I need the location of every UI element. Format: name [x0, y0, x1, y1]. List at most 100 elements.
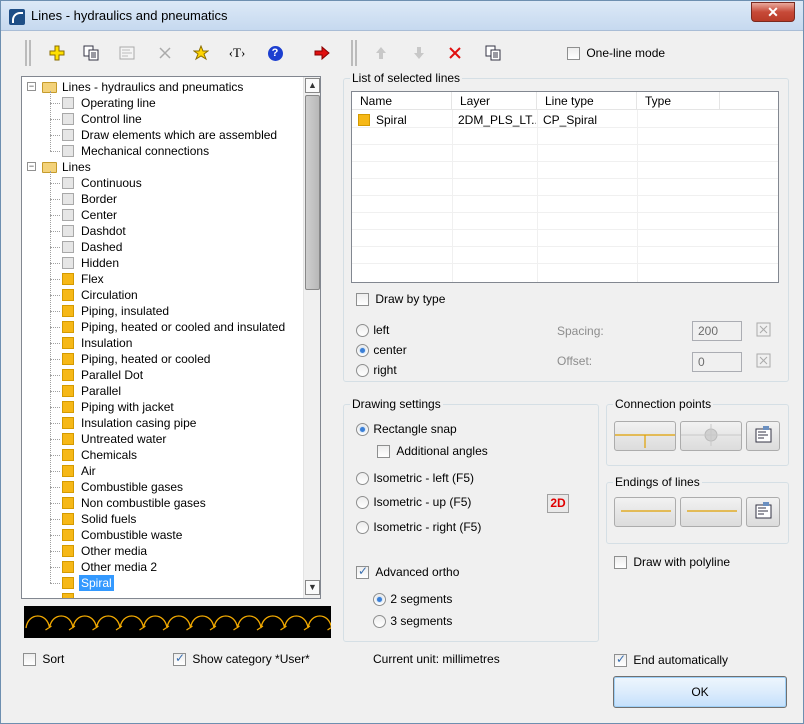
end-automatically-checkbox[interactable]: End automatically	[614, 652, 728, 668]
tree-group-node[interactable]: − Lines	[22, 159, 312, 175]
ok-button[interactable]: OK	[613, 676, 787, 708]
isometric-up-radio[interactable]: Isometric - up (F5)	[356, 495, 471, 510]
draw-with-polyline-checkbox[interactable]: Draw with polyline	[614, 555, 730, 570]
tree-item[interactable]: Insulation	[22, 335, 312, 351]
column-header-name[interactable]: Name	[352, 92, 452, 110]
additional-angles-checkbox[interactable]: Additional angles	[377, 444, 488, 459]
tree-item[interactable]: Untreated water	[22, 431, 312, 447]
connection-points-settings-button[interactable]	[746, 421, 780, 451]
draw-by-type-box[interactable]	[356, 293, 369, 307]
tree-vertical-scrollbar[interactable]: ▲ ▼	[303, 77, 320, 598]
text-style-icon[interactable]: ‹T›	[225, 41, 249, 65]
toolbar-grip[interactable]	[25, 40, 31, 66]
tree-item[interactable]: Center	[22, 207, 312, 223]
tree-item[interactable]: Continuous	[22, 175, 312, 191]
advanced-ortho-checkbox[interactable]: Advanced ortho	[356, 564, 459, 580]
scroll-thumb[interactable]	[305, 95, 320, 290]
tree-item[interactable]: Solid fuels	[22, 511, 312, 527]
tree-item[interactable]: Chemicals	[22, 447, 312, 463]
isometric-left-radio[interactable]: Isometric - left (F5)	[356, 471, 474, 486]
favorite-star-icon[interactable]	[189, 41, 213, 65]
scroll-up-arrow-icon[interactable]: ▲	[305, 78, 320, 93]
line-end-ending-button[interactable]	[680, 497, 742, 527]
toolbar-grip-2[interactable]	[351, 40, 357, 66]
show-category-box[interactable]	[173, 651, 186, 667]
align-right-radio[interactable]: right	[356, 363, 397, 378]
isometric-left-dot[interactable]	[356, 472, 369, 486]
tree-item[interactable]: Border	[22, 191, 312, 207]
insert-arrow-icon[interactable]	[310, 41, 334, 65]
offset-pick-icon[interactable]	[755, 353, 773, 371]
tree-item[interactable]: Non combustible gases	[22, 495, 312, 511]
line-start-ending-button[interactable]	[614, 497, 676, 527]
connection-point-t-button[interactable]	[614, 421, 676, 451]
offset-input[interactable]: 0	[692, 352, 742, 372]
show-category-checkbox[interactable]: Show category *User*	[173, 651, 310, 667]
isometric-right-dot[interactable]	[356, 521, 369, 535]
remove-line-icon[interactable]	[443, 41, 467, 65]
tree-item[interactable]: Spiral	[22, 575, 312, 591]
tree-item[interactable]: Other media	[22, 543, 312, 559]
draw-with-polyline-box[interactable]	[614, 556, 627, 570]
align-left-dot[interactable]	[356, 324, 369, 338]
three-segments-radio[interactable]: 3 segments	[373, 614, 452, 629]
tree-item[interactable]: Circulation	[22, 287, 312, 303]
two-segments-dot[interactable]	[373, 593, 386, 607]
tree-item[interactable]: Mechanical connections	[22, 143, 312, 159]
tree-item[interactable]: Insulation casing pipe	[22, 415, 312, 431]
tree-item[interactable]: Control line	[22, 111, 312, 127]
rectangle-snap-dot[interactable]	[356, 423, 369, 437]
copy-line-icon[interactable]	[481, 41, 505, 65]
scroll-down-arrow-icon[interactable]: ▼	[305, 580, 320, 595]
three-segments-dot[interactable]	[373, 615, 386, 629]
sort-box[interactable]	[23, 653, 36, 667]
tree-item[interactable]: Other media 2	[22, 559, 312, 575]
additional-angles-box[interactable]	[377, 445, 390, 459]
table-row[interactable]: Spiral 2DM_PLS_LT... CP_Spiral	[352, 112, 778, 128]
tree-item[interactable]: Dashed	[22, 239, 312, 255]
tree-item[interactable]: Draw elements which are assembled	[22, 127, 312, 143]
column-header-line-type[interactable]: Line type	[537, 92, 637, 110]
tree-item[interactable]: Parallel	[22, 383, 312, 399]
close-button[interactable]: ✕	[751, 2, 795, 22]
tree-item[interactable]: Piping, heated or cooled	[22, 351, 312, 367]
tree-item[interactable]: Combustible gases	[22, 479, 312, 495]
selected-lines-list[interactable]: Name Layer Line type Type Spiral 2DM_PLS…	[351, 91, 779, 283]
connection-point-circle-button[interactable]	[680, 421, 742, 451]
column-header-layer[interactable]: Layer	[452, 92, 537, 110]
rectangle-snap-radio[interactable]: Rectangle snap	[356, 422, 457, 437]
tree-item[interactable]: Flex	[22, 271, 312, 287]
move-up-icon[interactable]	[369, 41, 393, 65]
tree-item[interactable]: Operating line	[22, 95, 312, 111]
two-segments-radio[interactable]: 2 segments	[373, 592, 452, 607]
move-down-icon[interactable]	[407, 41, 431, 65]
line-type-tree[interactable]: − Lines - hydraulics and pneumatics Operat…	[21, 76, 321, 599]
spacing-input[interactable]: 200	[692, 321, 742, 341]
tree-item[interactable]: Hidden	[22, 255, 312, 271]
tree-group-node[interactable]: − Lines - hydraulics and pneumatics	[22, 79, 312, 95]
align-center-dot[interactable]	[356, 344, 369, 358]
align-center-radio[interactable]: center	[356, 343, 407, 358]
sort-checkbox[interactable]: Sort	[23, 652, 64, 667]
help-icon[interactable]: ?	[263, 41, 287, 65]
tree-item[interactable]: Air	[22, 463, 312, 479]
copy-icon[interactable]	[79, 41, 103, 65]
end-automatically-box[interactable]	[614, 652, 627, 668]
tree-item[interactable]: Combustible waste	[22, 527, 312, 543]
tree-item[interactable]: Parallel Dot	[22, 367, 312, 383]
align-right-dot[interactable]	[356, 364, 369, 378]
tree-item[interactable]: Piping, insulated	[22, 303, 312, 319]
column-header-type[interactable]: Type	[637, 92, 720, 110]
tree-item[interactable]: Piping, heated or cooled and insulated	[22, 319, 312, 335]
one-line-mode-checkbox[interactable]: One-line mode	[567, 46, 665, 61]
tree-item[interactable]: Piping with jacket	[22, 399, 312, 415]
add-new-icon[interactable]	[45, 41, 69, 65]
advanced-ortho-box[interactable]	[356, 564, 369, 580]
spacing-pick-icon[interactable]	[755, 322, 773, 340]
draw-by-type-checkbox[interactable]: Draw by type	[356, 292, 445, 307]
collapse-icon[interactable]: −	[27, 82, 36, 91]
isometric-right-radio[interactable]: Isometric - right (F5)	[356, 520, 481, 535]
one-line-mode-box[interactable]	[567, 47, 580, 61]
isometric-up-dot[interactable]	[356, 496, 369, 510]
delete-disabled-icon[interactable]	[153, 41, 177, 65]
